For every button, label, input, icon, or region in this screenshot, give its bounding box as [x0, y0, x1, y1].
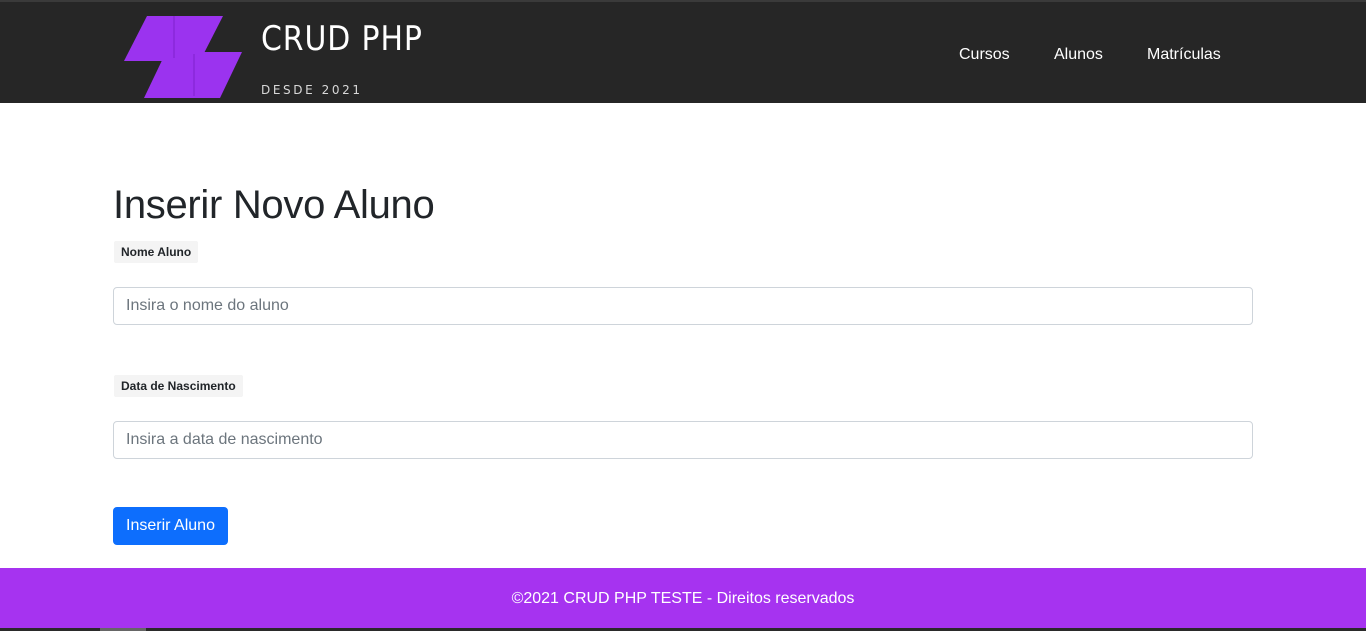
- data-nascimento-label: Data de Nascimento: [114, 375, 243, 397]
- nav-link-cursos[interactable]: Cursos: [959, 46, 1010, 64]
- main-nav: Cursos Alunos Matrículas: [0, 46, 1366, 68]
- page-title: Inserir Novo Aluno: [113, 183, 435, 227]
- footer-copyright: ©2021 CRUD PHP TESTE - Direitos reservad…: [511, 590, 855, 607]
- footer: ©2021 CRUD PHP TESTE - Direitos reservad…: [0, 568, 1366, 628]
- top-navbar: CRUD PHP DESDE 2021 Cursos Alunos Matríc…: [0, 0, 1366, 103]
- brand-subtitle: DESDE 2021: [261, 83, 363, 97]
- nome-aluno-label: Nome Aluno: [114, 241, 199, 263]
- nav-link-matriculas[interactable]: Matrículas: [1147, 46, 1221, 64]
- data-nascimento-input[interactable]: [113, 421, 1253, 459]
- nome-aluno-input[interactable]: [113, 287, 1253, 325]
- nav-link-alunos[interactable]: Alunos: [1054, 46, 1103, 64]
- inserir-aluno-button[interactable]: Inserir Aluno: [113, 507, 228, 545]
